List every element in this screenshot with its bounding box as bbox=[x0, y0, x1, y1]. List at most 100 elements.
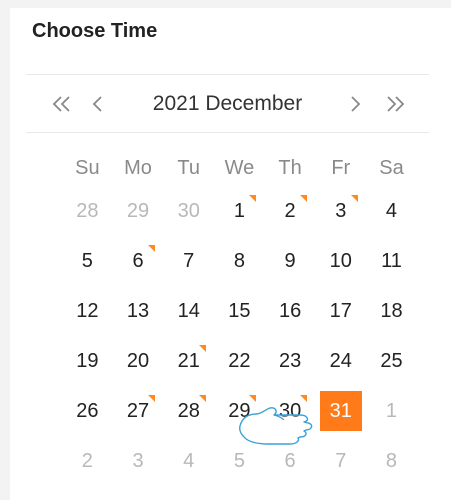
calendar-day-number: 19 bbox=[67, 343, 107, 379]
calendar-day-label: 25 bbox=[380, 349, 403, 372]
calendar-day[interactable]: 2 bbox=[62, 436, 113, 486]
calendar-day[interactable]: 25 bbox=[366, 336, 417, 386]
calendar-day[interactable]: 1 bbox=[366, 386, 417, 436]
prev-month-button[interactable] bbox=[88, 86, 108, 122]
month-label[interactable]: 2021 December bbox=[153, 92, 302, 116]
calendar-day-number: 31 bbox=[319, 391, 362, 431]
calendar-day-label: 24 bbox=[329, 349, 352, 372]
calendar-day-label: 4 bbox=[183, 449, 195, 472]
calendar-day[interactable]: 6 bbox=[265, 436, 316, 486]
calendar-day-label: 6 bbox=[132, 249, 144, 272]
calendar-day-number: 4 bbox=[169, 443, 209, 479]
calendar-day-number: 26 bbox=[67, 393, 107, 429]
calendar-day-label: 16 bbox=[278, 299, 302, 322]
weekday-label: Fr bbox=[331, 156, 351, 179]
calendar-day-label: 23 bbox=[278, 349, 302, 372]
event-marker-icon bbox=[198, 345, 206, 352]
calendar-day-label: 1 bbox=[385, 399, 398, 422]
calendar-day[interactable]: 19 bbox=[62, 336, 113, 386]
calendar-day[interactable]: 21 bbox=[163, 336, 214, 386]
calendar-day-number: 7 bbox=[169, 243, 209, 279]
event-marker-icon bbox=[249, 395, 257, 402]
calendar-day[interactable]: 2 bbox=[265, 186, 316, 236]
calendar-day[interactable]: 20 bbox=[113, 336, 164, 386]
calendar-day[interactable]: 3 bbox=[113, 436, 164, 486]
calendar-day-number: 3 bbox=[321, 193, 361, 229]
calendar-day[interactable]: 29 bbox=[113, 186, 164, 236]
calendar-day[interactable]: 10 bbox=[315, 236, 366, 286]
calendar-day[interactable]: 1 bbox=[214, 186, 265, 236]
calendar-day-label: 10 bbox=[329, 249, 352, 272]
calendar-day-number: 6 bbox=[270, 443, 310, 479]
calendar-day[interactable]: 30 bbox=[265, 386, 316, 436]
calendar-day[interactable]: 17 bbox=[315, 286, 366, 336]
prev-year-button[interactable] bbox=[50, 86, 76, 122]
calendar-weeks: 28 29 30 1 2 3 4 5 6 7 8 9 10 11 12 13 14 15 16 17 18 19 20 21 2… bbox=[62, 186, 417, 486]
calendar-day[interactable]: 28 bbox=[62, 186, 113, 236]
next-year-button[interactable] bbox=[381, 86, 407, 122]
calendar-day-number: 28 bbox=[169, 393, 209, 429]
calendar-day-label: 7 bbox=[335, 449, 347, 472]
calendar-day[interactable]: 28 bbox=[163, 386, 214, 436]
event-marker-icon bbox=[300, 395, 308, 402]
calendar-day[interactable]: 8 bbox=[214, 236, 265, 286]
calendar-day-label: 30 bbox=[177, 199, 200, 222]
calendar-day[interactable]: 15 bbox=[214, 286, 265, 336]
calendar-day-label: 28 bbox=[177, 399, 200, 422]
calendar-day-label: 13 bbox=[126, 299, 150, 322]
calendar-day-number: 5 bbox=[67, 243, 107, 279]
weekday-label: Th bbox=[278, 156, 302, 179]
calendar-day-label: 26 bbox=[76, 399, 99, 422]
calendar-day-label: 19 bbox=[76, 349, 99, 372]
calendar-day-label: 29 bbox=[126, 199, 150, 222]
calendar-day[interactable]: 23 bbox=[265, 336, 316, 386]
double-chevron-right-icon bbox=[387, 96, 405, 112]
calendar-day-number: 25 bbox=[371, 343, 411, 379]
calendar-day-selected[interactable]: 31 bbox=[315, 386, 366, 436]
calendar-day[interactable]: 13 bbox=[113, 286, 164, 336]
event-marker-icon bbox=[249, 195, 257, 202]
calendar-day-label: 2 bbox=[81, 449, 93, 472]
calendar-day[interactable]: 27 bbox=[113, 386, 164, 436]
calendar-day[interactable]: 3 bbox=[315, 186, 366, 236]
calendar-day[interactable]: 7 bbox=[163, 236, 214, 286]
calendar-day[interactable]: 30 bbox=[163, 186, 214, 236]
calendar-day[interactable]: 7 bbox=[315, 436, 366, 486]
calendar-day[interactable]: 12 bbox=[62, 286, 113, 336]
calendar-day[interactable]: 4 bbox=[366, 186, 417, 236]
calendar-day[interactable]: 16 bbox=[265, 286, 316, 336]
calendar-day[interactable]: 18 bbox=[366, 286, 417, 336]
calendar-day-number: 11 bbox=[371, 243, 411, 279]
calendar-day-label: 28 bbox=[76, 199, 99, 222]
calendar-day-number: 28 bbox=[67, 193, 107, 229]
calendar-day[interactable]: 26 bbox=[62, 386, 113, 436]
calendar-day-number: 8 bbox=[219, 243, 259, 279]
event-marker-icon bbox=[300, 195, 308, 202]
calendar-day-number: 5 bbox=[219, 443, 259, 479]
calendar-day-label: 31 bbox=[329, 399, 352, 422]
calendar-day[interactable]: 5 bbox=[214, 436, 265, 486]
calendar-day[interactable]: 29 bbox=[214, 386, 265, 436]
calendar-day[interactable]: 4 bbox=[163, 436, 214, 486]
calendar-day-number: 2 bbox=[67, 443, 107, 479]
calendar-day[interactable]: 22 bbox=[214, 336, 265, 386]
weekday-header-row: Su Mo Tu We Th Fr Sa bbox=[62, 150, 417, 186]
event-marker-icon bbox=[350, 195, 358, 202]
calendar-day[interactable]: 6 bbox=[113, 236, 164, 286]
calendar-day[interactable]: 14 bbox=[163, 286, 214, 336]
calendar-week-row: 28 29 30 1 2 3 4 bbox=[62, 186, 417, 236]
next-month-button[interactable] bbox=[345, 86, 365, 122]
event-marker-icon bbox=[148, 395, 156, 402]
date-picker-panel: Choose Time 2021 December Su Mo Tu We Th… bbox=[10, 8, 451, 500]
calendar-day-label: 3 bbox=[132, 449, 144, 472]
calendar-day[interactable]: 9 bbox=[265, 236, 316, 286]
calendar-day[interactable]: 5 bbox=[62, 236, 113, 286]
calendar-day[interactable]: 8 bbox=[366, 436, 417, 486]
calendar-day-number: 17 bbox=[321, 293, 361, 329]
calendar-day-label: 9 bbox=[284, 249, 296, 272]
calendar-day-number: 22 bbox=[219, 343, 259, 379]
calendar-day-number: 30 bbox=[169, 193, 209, 229]
calendar-day[interactable]: 24 bbox=[315, 336, 366, 386]
calendar-day[interactable]: 11 bbox=[366, 236, 417, 286]
calendar-day-number: 12 bbox=[67, 293, 107, 329]
